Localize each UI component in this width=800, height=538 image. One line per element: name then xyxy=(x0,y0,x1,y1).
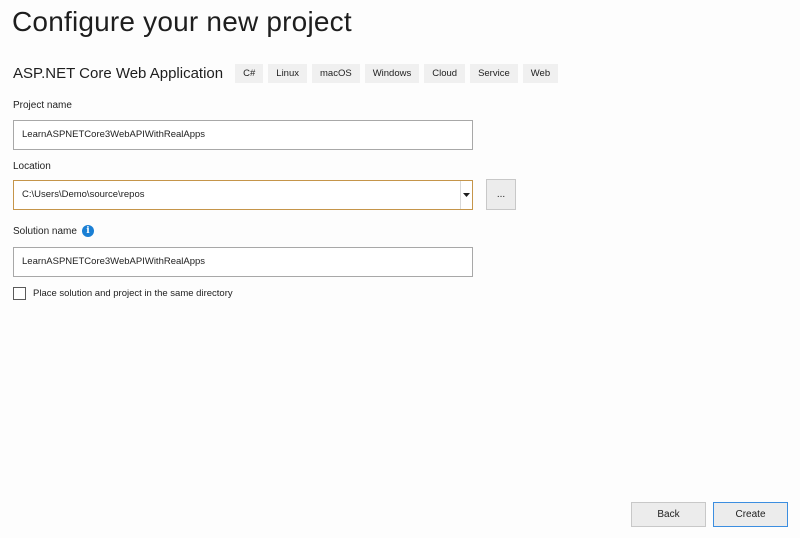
tag-csharp: C# xyxy=(235,63,264,83)
location-combobox[interactable]: C:\Users\Demo\source\repos xyxy=(13,180,473,210)
configure-project-dialog: Configure your new project ASP.NET Core … xyxy=(0,0,800,538)
create-button[interactable]: Create xyxy=(713,502,788,527)
template-header: ASP.NET Core Web Application C# Linux ma… xyxy=(13,62,563,84)
solution-name-label: Solution name i xyxy=(13,225,94,237)
solution-name-input[interactable]: LearnASPNETCore3WebAPIWithRealApps xyxy=(13,247,473,277)
project-name-label-text: Project name xyxy=(13,100,72,111)
project-name-label: Project name xyxy=(13,100,72,111)
project-name-input[interactable]: LearnASPNETCore3WebAPIWithRealApps xyxy=(13,120,473,150)
same-directory-option[interactable]: Place solution and project in the same d… xyxy=(13,287,233,300)
tag-linux: Linux xyxy=(268,63,307,83)
project-name-value: LearnASPNETCore3WebAPIWithRealApps xyxy=(22,129,206,140)
location-label: Location xyxy=(13,161,51,172)
info-icon[interactable]: i xyxy=(81,225,94,237)
tag-cloud: Cloud xyxy=(424,63,466,83)
same-directory-checkbox[interactable] xyxy=(13,287,26,300)
tag-web: Web xyxy=(522,63,559,83)
tag-service: Service xyxy=(470,63,518,83)
location-label-text: Location xyxy=(13,161,51,172)
chevron-down-icon[interactable] xyxy=(460,181,472,209)
browse-button[interactable]: ... xyxy=(486,179,516,210)
solution-name-value: LearnASPNETCore3WebAPIWithRealApps xyxy=(22,256,206,267)
tag-macos: macOS xyxy=(312,63,360,83)
same-directory-label: Place solution and project in the same d… xyxy=(33,288,233,299)
template-name: ASP.NET Core Web Application xyxy=(13,64,224,82)
solution-name-label-text: Solution name xyxy=(13,225,77,237)
location-value: C:\Users\Demo\source\repos xyxy=(22,189,145,200)
back-button[interactable]: Back xyxy=(631,502,706,527)
page-title: Configure your new project xyxy=(12,6,352,37)
tag-windows: Windows xyxy=(364,63,420,83)
